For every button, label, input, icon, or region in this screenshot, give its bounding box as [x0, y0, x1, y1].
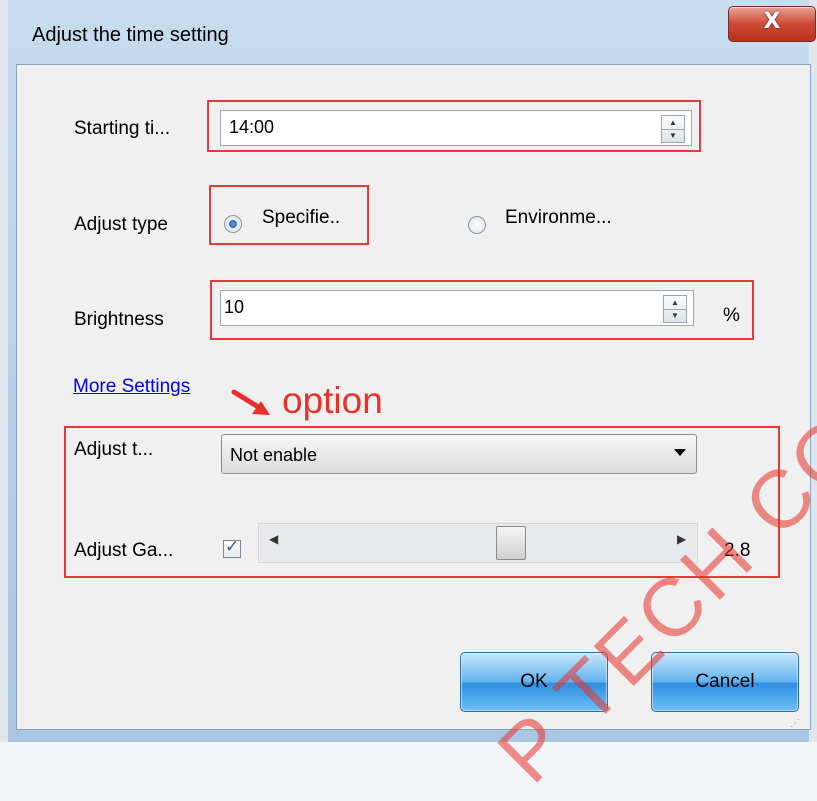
starting-time-spinbox[interactable]: 14:00 ▲ ▼: [220, 110, 692, 146]
gamma-slider-thumb[interactable]: [496, 526, 526, 560]
adjust-gamma-checkbox[interactable]: [223, 537, 241, 558]
slider-left-arrow-icon[interactable]: ◀: [269, 532, 278, 546]
more-settings-link[interactable]: More Settings: [73, 376, 190, 398]
brightness-value: 10: [224, 297, 245, 317]
close-icon: X: [763, 9, 781, 34]
annotation-arrow-icon: [231, 389, 270, 415]
option-annotation: option: [282, 380, 383, 421]
brightness-unit: %: [723, 305, 740, 326]
left-frame: [0, 0, 8, 742]
resize-grip-icon[interactable]: ⋰: [790, 718, 800, 729]
dialog-title: Adjust the time setting: [32, 24, 229, 46]
starting-time-label: Starting ti...: [74, 118, 171, 139]
spin-down-icon[interactable]: ▼: [662, 129, 684, 142]
adjust-t-dropdown[interactable]: Not enable: [221, 434, 697, 474]
dialog-window: Adjust the time setting X Starting ti...…: [0, 0, 817, 800]
environment-radio-label[interactable]: Environme...: [505, 207, 612, 229]
spin-up-icon[interactable]: ▲: [662, 116, 684, 130]
brightness-spin-buttons[interactable]: ▲ ▼: [663, 295, 687, 323]
starting-time-value: 14:00: [229, 117, 275, 137]
starting-time-spin-buttons[interactable]: ▲ ▼: [661, 115, 685, 143]
adjust-t-label: Adjust t...: [74, 439, 154, 460]
brightness-spinbox[interactable]: 10 ▲ ▼: [220, 290, 694, 326]
gamma-slider[interactable]: ◀ ▶: [258, 523, 698, 563]
adjust-type-label: Adjust type: [74, 214, 168, 235]
adjust-t-value: Not enable: [230, 445, 318, 465]
specified-radio-label[interactable]: Specifie..: [262, 207, 340, 229]
environment-radio[interactable]: [468, 216, 486, 234]
close-button[interactable]: X: [728, 6, 816, 42]
spin-up-icon[interactable]: ▲: [664, 296, 686, 310]
specified-radio[interactable]: [224, 215, 242, 233]
brightness-label: Brightness: [74, 309, 164, 330]
title-bar[interactable]: Adjust the time setting X: [8, 0, 816, 58]
spin-down-icon[interactable]: ▼: [664, 309, 686, 322]
chevron-down-icon[interactable]: [674, 449, 686, 456]
adjust-gamma-label: Adjust Ga...: [74, 540, 174, 561]
